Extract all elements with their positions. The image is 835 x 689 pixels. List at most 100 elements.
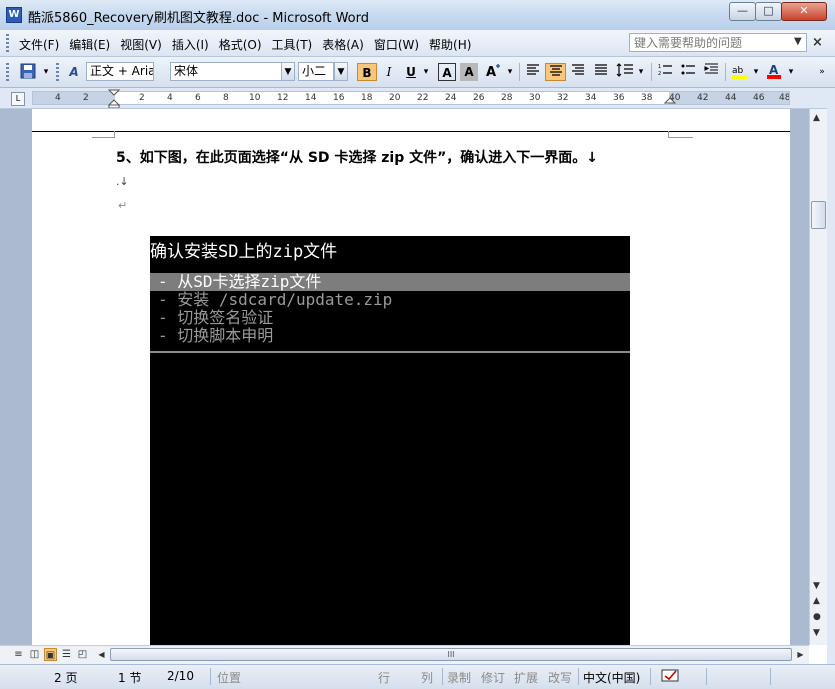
status-track-changes[interactable]: 修订 xyxy=(481,669,505,686)
status-separator xyxy=(650,668,651,685)
justify-icon[interactable] xyxy=(591,63,611,81)
scroll-right-icon[interactable]: ▶ xyxy=(794,648,807,661)
italic-button[interactable]: I xyxy=(380,63,398,81)
status-page: 2 页 xyxy=(54,671,78,685)
recovery-screenshot-image[interactable]: 确认安装SD上的zip文件 - 从SD卡选择zip文件 - 安装 /sdcard… xyxy=(150,236,630,645)
save-icon[interactable] xyxy=(18,63,38,81)
close-document-button[interactable]: × xyxy=(812,35,823,50)
svg-text:2: 2 xyxy=(658,71,661,76)
ruler-tick: 4 xyxy=(55,93,61,103)
minimize-button[interactable]: — xyxy=(729,2,756,21)
numbering-icon[interactable]: 12 xyxy=(655,63,675,81)
status-separator xyxy=(442,668,443,685)
paragraph-mark: ↵ xyxy=(118,199,128,212)
bullets-icon[interactable] xyxy=(678,63,698,81)
align-center-icon[interactable] xyxy=(545,63,566,81)
menu-view[interactable]: 视图(V) xyxy=(115,35,167,54)
menu-edit[interactable]: 编辑(E) xyxy=(64,35,115,54)
size-combo[interactable]: 小二 xyxy=(298,62,334,81)
font-combo[interactable]: 宋体 xyxy=(170,62,282,81)
toolbar-overflow-icon[interactable]: » xyxy=(816,63,828,81)
vertical-scrollbar[interactable]: ▲ ▼ ▲ ● ▼ xyxy=(809,109,828,645)
toolbar-grip-2[interactable] xyxy=(56,63,59,81)
status-overtype[interactable]: 改写 xyxy=(548,669,572,686)
recovery-option: - 切换脚本申明 xyxy=(158,326,274,345)
help-search-input[interactable]: 键入需要帮助的问题 xyxy=(629,33,807,52)
status-record[interactable]: 录制 xyxy=(447,669,471,686)
font-color-dropdown-icon[interactable]: ▾ xyxy=(786,63,796,81)
font-dropdown-icon[interactable]: ▼ xyxy=(281,62,295,81)
menu-format[interactable]: 格式(O) xyxy=(214,35,267,54)
menu-help[interactable]: 帮助(H) xyxy=(424,35,476,54)
menu-bar: 文件(F) 编辑(E) 视图(V) 插入(I) 格式(O) 工具(T) 表格(A… xyxy=(0,30,835,57)
status-separator xyxy=(706,668,707,685)
underline-button[interactable]: U xyxy=(402,63,420,81)
scroll-up-icon[interactable]: ▲ xyxy=(813,113,820,123)
paragraph-mark: .↓ xyxy=(116,175,129,188)
margin-corner-left xyxy=(92,131,115,138)
char-scale-dropdown-icon[interactable]: ▾ xyxy=(505,63,515,81)
bold-button[interactable]: B xyxy=(357,63,377,81)
font-color-icon[interactable]: A xyxy=(763,63,785,81)
menu-tools[interactable]: 工具(T) xyxy=(267,35,318,54)
word-app-icon[interactable]: W xyxy=(6,7,22,23)
menu-file[interactable]: 文件(F) xyxy=(14,35,64,54)
select-browse-object-icon[interactable]: ● xyxy=(813,612,821,622)
menubar-grip[interactable] xyxy=(6,34,9,52)
status-language[interactable]: 中文(中国) xyxy=(583,669,640,686)
line-spacing-dropdown-icon[interactable]: ▾ xyxy=(636,63,646,81)
scroll-down-icon[interactable]: ▼ xyxy=(813,581,820,591)
maximize-button[interactable]: □ xyxy=(755,2,782,21)
highlight-icon[interactable]: ab xyxy=(729,63,751,81)
tab-stop-selector-icon[interactable]: L xyxy=(11,92,25,106)
highlight-dropdown-icon[interactable]: ▾ xyxy=(751,63,761,81)
spelling-status-icon[interactable] xyxy=(661,669,681,686)
toolbar-grip[interactable] xyxy=(6,63,9,81)
normal-view-icon[interactable]: ≡ xyxy=(12,648,25,661)
char-border-button[interactable]: A xyxy=(438,63,456,81)
close-button[interactable]: ✕ xyxy=(781,2,827,21)
menu-items: 文件(F) 编辑(E) 视图(V) 插入(I) 格式(O) 工具(T) 表格(A… xyxy=(14,35,476,54)
status-separator xyxy=(770,668,771,685)
align-right-icon[interactable] xyxy=(568,63,588,81)
previous-page-icon[interactable]: ▲ xyxy=(813,596,820,606)
reading-layout-icon[interactable]: ◰ xyxy=(76,648,89,661)
ruler-tick: 30 xyxy=(529,93,541,103)
ruler-tick: 48 xyxy=(779,93,790,103)
char-scale-icon[interactable]: A xyxy=(482,63,504,81)
status-extend[interactable]: 扩展 xyxy=(514,669,538,686)
horizontal-scroll-thumb[interactable]: III xyxy=(110,648,792,661)
toolbar-separator xyxy=(519,63,520,81)
window-title: 酷派5860_Recovery刷机图文教程.doc - Microsoft Wo… xyxy=(28,11,370,26)
underline-dropdown-icon[interactable]: ▾ xyxy=(420,63,432,81)
line-spacing-icon[interactable] xyxy=(614,63,636,81)
menu-window[interactable]: 窗口(W) xyxy=(369,35,424,54)
status-separator xyxy=(210,668,211,685)
web-layout-icon[interactable]: ◫ xyxy=(28,648,41,661)
document-page[interactable]: 5、如下图，在此页面选择“从 SD 卡选择 zip 文件”，确认进入下一界面。↓… xyxy=(32,109,790,645)
align-left-icon[interactable] xyxy=(523,63,543,81)
size-dropdown-icon[interactable]: ▼ xyxy=(334,62,348,81)
svg-text:A: A xyxy=(486,65,496,79)
formatting-toolbar: ▾ A 正文 + Aria 宋体 ▼ 小二 ▼ B I U ▾ A A A ▾ … xyxy=(0,57,835,88)
ruler-tick: 36 xyxy=(613,93,625,103)
styles-icon[interactable]: A xyxy=(64,63,84,81)
indent-icon[interactable] xyxy=(701,63,721,81)
help-dropdown-icon[interactable]: ▼ xyxy=(794,36,802,47)
print-layout-icon[interactable]: ▣ xyxy=(44,648,57,661)
style-combo[interactable]: 正文 + Aria xyxy=(86,62,154,81)
right-indent-marker-icon[interactable] xyxy=(664,97,676,108)
toolbar-options-icon[interactable]: ▾ xyxy=(40,63,52,81)
horizontal-ruler[interactable]: 4 2 2 4 6 8 10 12 14 16 18 20 22 24 26 2… xyxy=(32,91,790,105)
scroll-left-icon[interactable]: ◀ xyxy=(95,648,108,661)
char-shading-button[interactable]: A xyxy=(460,63,478,81)
next-page-icon[interactable]: ▼ xyxy=(813,628,820,638)
svg-text:ab: ab xyxy=(732,66,744,76)
indent-marker-icon[interactable] xyxy=(108,89,120,108)
menu-insert[interactable]: 插入(I) xyxy=(167,35,214,54)
recovery-title: 确认安装SD上的zip文件 xyxy=(150,242,338,262)
status-page-of: 2/10 xyxy=(167,669,194,683)
vertical-scroll-thumb[interactable] xyxy=(811,201,826,229)
menu-table[interactable]: 表格(A) xyxy=(317,35,369,54)
outline-view-icon[interactable]: ☰ xyxy=(60,648,73,661)
